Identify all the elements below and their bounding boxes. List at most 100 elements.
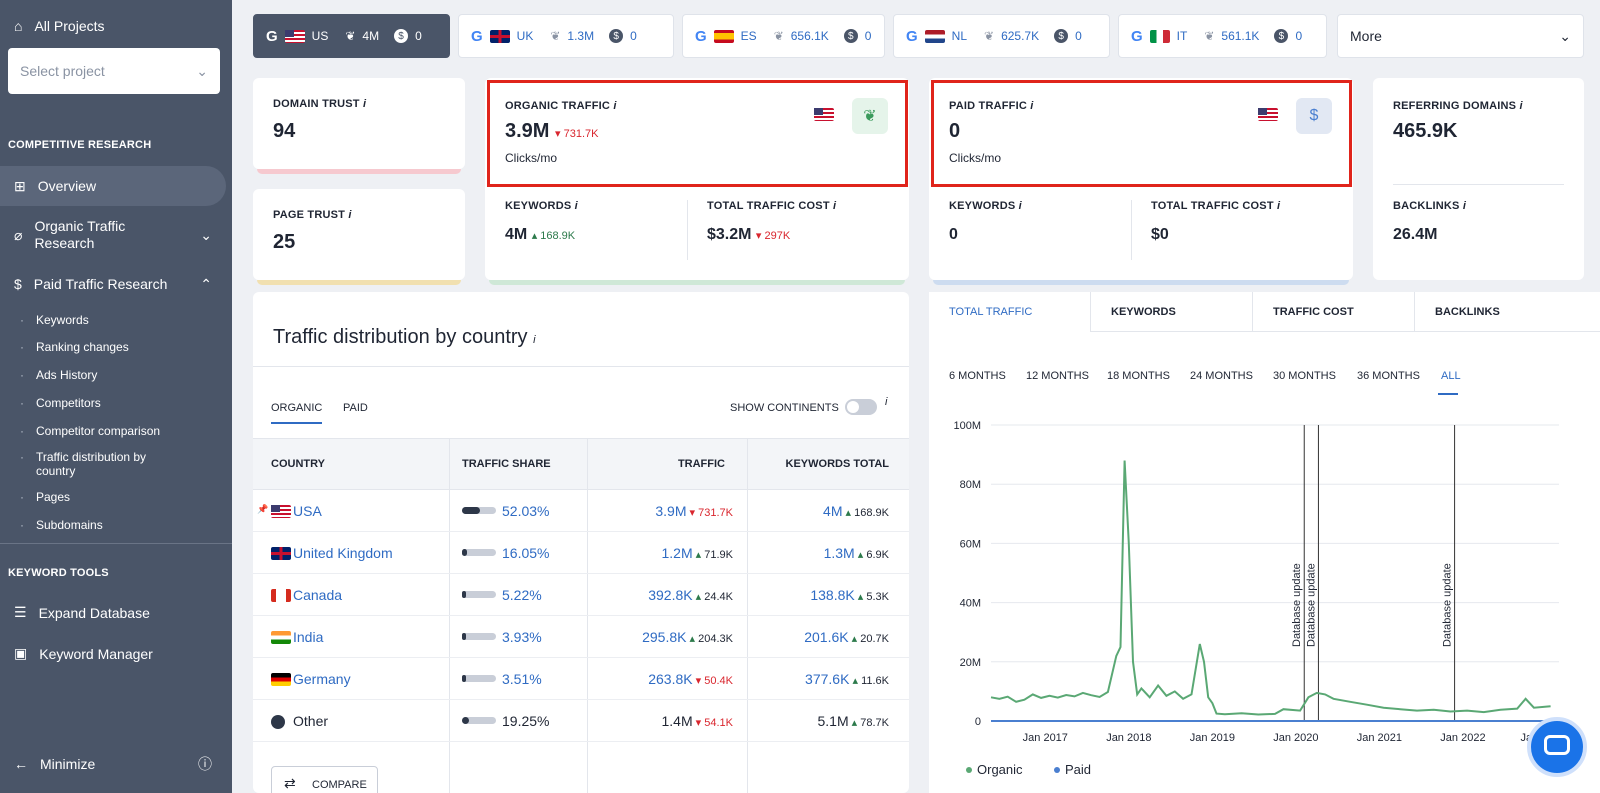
google-icon: G: [906, 27, 918, 45]
database-icon: ☰: [14, 604, 27, 620]
table-header: COUNTRY TRAFFIC SHARE TRAFFIC KEYWORDS T…: [253, 438, 909, 490]
country-name[interactable]: Germany: [293, 671, 351, 687]
country-tab-us[interactable]: G US ❦ 4M $0: [253, 14, 450, 58]
period-36-months[interactable]: 36 MONTHS: [1357, 370, 1420, 382]
all-projects-link[interactable]: ⌂ All Projects: [14, 18, 105, 34]
country-tab-es[interactable]: G ES ❦ 656.1K $0: [682, 14, 885, 58]
subnav-item[interactable]: · Competitor comparison: [20, 424, 176, 438]
country-name[interactable]: India: [293, 629, 323, 645]
country-tab-it[interactable]: G IT ❦ 561.1K $0: [1118, 14, 1327, 58]
traffic-distribution-panel: Traffic distribution by country i ORGANI…: [253, 292, 909, 793]
subnav-item[interactable]: · Traffic distribution by country: [20, 450, 176, 478]
subnav-item[interactable]: · Ads History: [20, 368, 176, 382]
chart-tab-keywords[interactable]: KEYWORDS: [1091, 292, 1253, 332]
country-tab-nl[interactable]: G NL ❦ 625.7K $0: [893, 14, 1110, 58]
period-18-months[interactable]: 18 MONTHS: [1107, 370, 1170, 382]
pin-icon[interactable]: 📌: [257, 504, 268, 515]
subnav-item[interactable]: · Subdomains: [20, 518, 176, 532]
traffic-share: 3.93%: [502, 629, 542, 645]
subnav-item[interactable]: · Ranking changes: [20, 340, 176, 354]
minimize-button[interactable]: ← Minimize ⓘ: [0, 756, 220, 772]
table-row[interactable]: Canada 5.22% 392.8K ▴ 24.4K 138.8K ▴ 5.3K: [253, 574, 909, 616]
country-name: Other: [293, 713, 329, 729]
info-icon[interactable]: i: [575, 200, 578, 212]
subnav-item[interactable]: · Competitors: [20, 396, 176, 410]
legend-label[interactable]: Paid: [1065, 762, 1091, 777]
info-icon[interactable]: i: [533, 334, 535, 346]
arrow-up-icon: ▴: [854, 549, 867, 561]
divider: [687, 200, 688, 260]
info-icon[interactable]: i: [885, 396, 887, 408]
chart-tab-backlinks[interactable]: BACKLINKS: [1415, 292, 1577, 332]
info-icon[interactable]: i: [1519, 100, 1522, 112]
show-continents-toggle[interactable]: [845, 399, 877, 415]
more-dropdown[interactable]: More ⌄: [1337, 14, 1584, 58]
leaf-icon: ❦: [550, 29, 561, 43]
tab-paid[interactable]: PAID: [343, 402, 368, 414]
period-all[interactable]: ALL: [1441, 370, 1461, 382]
chat-icon: [1544, 735, 1570, 755]
table-row[interactable]: India 3.93% 295.8K ▴ 204.3K 201.6K ▴ 20.7K: [253, 616, 909, 658]
chat-button[interactable]: [1527, 717, 1587, 777]
info-icon[interactable]: i: [833, 200, 836, 212]
google-icon: G: [266, 27, 278, 45]
period-12-months[interactable]: 12 MONTHS: [1026, 370, 1089, 382]
y-tick-label: 60M: [960, 538, 981, 550]
subnav-item[interactable]: · Keywords: [20, 313, 176, 327]
header-country[interactable]: COUNTRY: [271, 458, 325, 470]
chart-tab-traffic-cost[interactable]: TRAFFIC COST: [1253, 292, 1415, 332]
info-icon[interactable]: i: [363, 98, 366, 110]
info-icon[interactable]: i: [1463, 200, 1466, 212]
table-row[interactable]: Germany 3.51% 263.8K ▾ 50.4K 377.6K ▴ 11.6K: [253, 658, 909, 700]
traffic-cell: 1.4M ▾ 54.1K: [661, 713, 733, 729]
header-traffic-share[interactable]: TRAFFIC SHARE: [462, 458, 551, 470]
subnav-item[interactable]: · Pages: [20, 490, 176, 504]
x-tick-label: Jan 2018: [1106, 732, 1151, 744]
bullet-icon: ·: [20, 396, 24, 410]
organic-highlight: [487, 80, 908, 187]
table-row[interactable]: United Kingdom 16.05% 1.2M ▴ 71.9K 1.3M ▴ 6…: [253, 532, 909, 574]
tab-organic[interactable]: ORGANIC: [271, 402, 323, 424]
share-bar: [462, 633, 496, 640]
nav-keyword-manager[interactable]: ▣ Keyword Manager: [0, 645, 226, 662]
divider: [1393, 184, 1564, 185]
header-keywords-total[interactable]: KEYWORDS TOTAL: [786, 458, 889, 470]
panel-title: Traffic distribution by country i: [273, 326, 536, 348]
share-bar: [462, 675, 496, 682]
bullet-icon: ·: [20, 490, 24, 504]
nav-organic-traffic-research[interactable]: ⌀ Organic Traffic Research ⌄: [0, 218, 220, 252]
country-name[interactable]: United Kingdom: [293, 545, 393, 561]
arrow-up-icon: ▴: [686, 633, 699, 645]
period-30-months[interactable]: 30 MONTHS: [1273, 370, 1336, 382]
swap-icon: ⇄: [284, 775, 296, 791]
chart-tab-total-traffic[interactable]: TOTAL TRAFFIC: [929, 292, 1091, 332]
country-name[interactable]: Canada: [293, 587, 342, 603]
google-icon: G: [471, 27, 483, 45]
page-trust-card: PAGE TRUST i 25: [253, 189, 465, 285]
share-bar-fill: [462, 549, 467, 556]
select-project-dropdown[interactable]: Select project ⌄: [8, 48, 220, 94]
nav-overview[interactable]: ⊞ Overview: [0, 166, 226, 206]
legend-label[interactable]: Organic: [977, 762, 1023, 777]
leaf-icon: ❦: [984, 29, 995, 43]
x-tick-label: Jan 2021: [1357, 732, 1402, 744]
period-6-months[interactable]: 6 MONTHS: [949, 370, 1006, 382]
section-competitive-research: COMPETITIVE RESEARCH: [8, 139, 152, 151]
flag-icon: [713, 29, 734, 43]
table-row[interactable]: Other 19.25% 1.4M ▾ 54.1K 5.1M ▴ 78.7K: [253, 700, 909, 742]
info-icon[interactable]: i: [348, 209, 351, 221]
header-traffic[interactable]: TRAFFIC: [678, 458, 725, 470]
help-icon[interactable]: ⓘ: [198, 754, 212, 774]
country-name[interactable]: USA: [293, 503, 322, 519]
leaf-icon: ❦: [1204, 29, 1215, 43]
info-icon[interactable]: i: [1019, 200, 1022, 212]
nav-expand-database[interactable]: ☰ Expand Database: [0, 604, 226, 621]
table-row[interactable]: 📌 USA 52.03% 3.9M ▾ 731.7K 4M ▴ 168.9K: [253, 490, 909, 532]
grid-icon: ⊞: [14, 177, 26, 194]
flag-icon: [284, 29, 305, 43]
period-24-months[interactable]: 24 MONTHS: [1190, 370, 1253, 382]
info-icon[interactable]: i: [1277, 200, 1280, 212]
nav-paid-traffic-research[interactable]: $ Paid Traffic Research ⌃: [0, 276, 220, 293]
compare-button[interactable]: ⇄ COMPARE: [271, 766, 378, 793]
country-tab-uk[interactable]: G UK ❦ 1.3M $0: [458, 14, 674, 58]
